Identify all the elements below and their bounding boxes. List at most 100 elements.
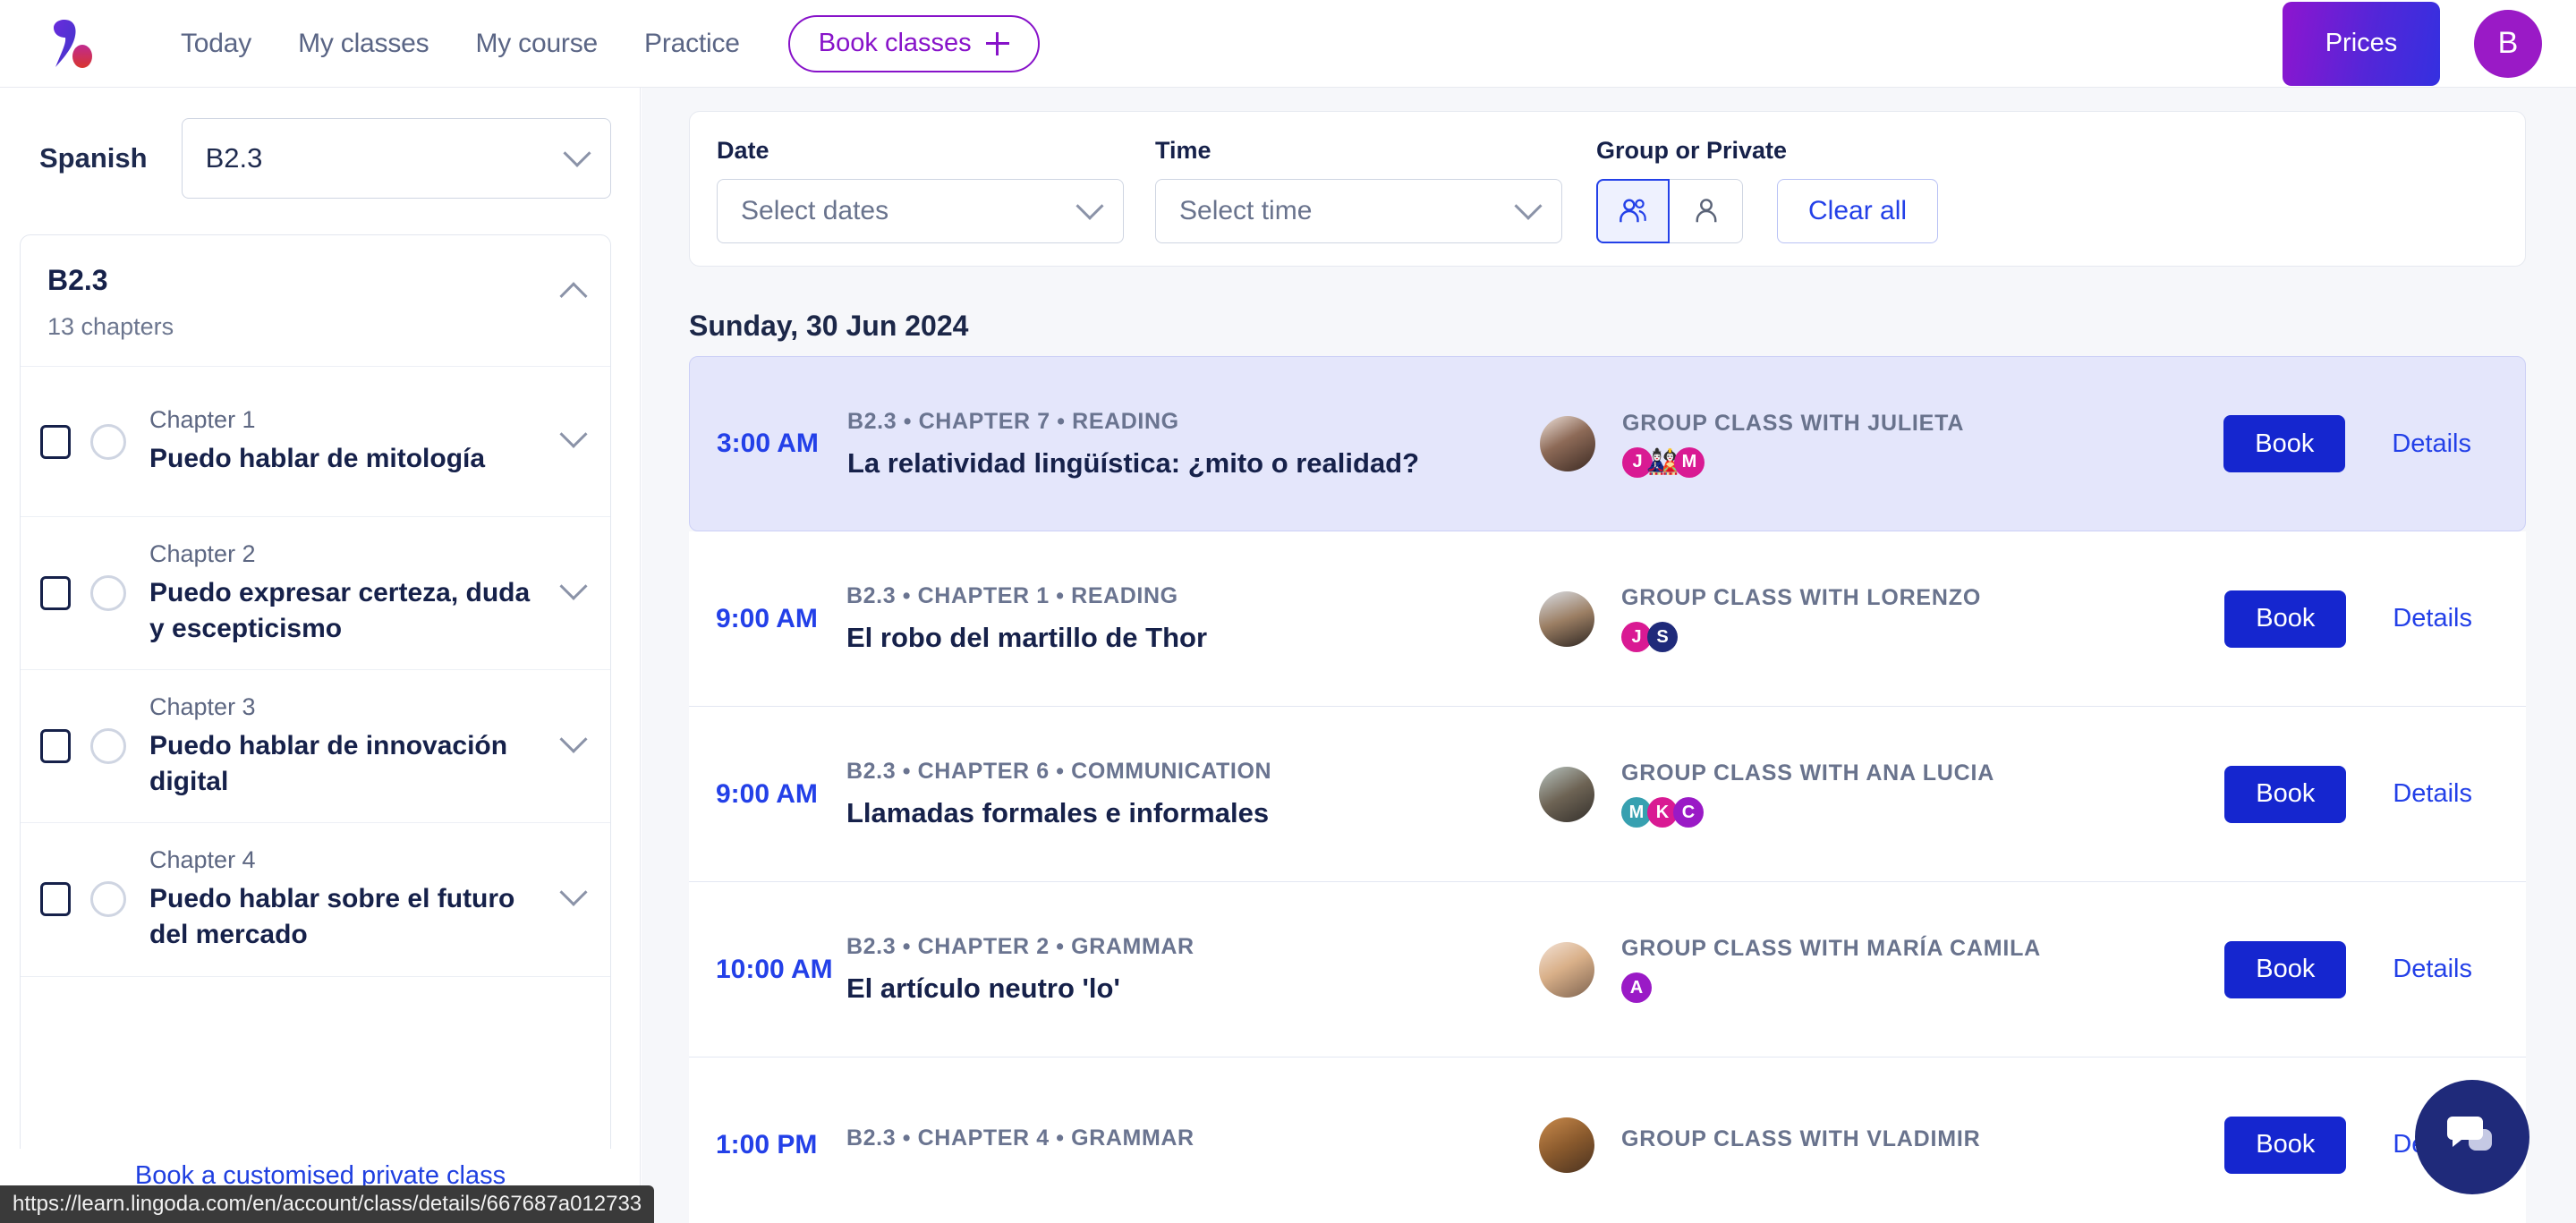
course-header[interactable]: B2.3 13 chapters [21,235,610,367]
teacher-block: GROUP CLASS WITH JULIETA J 🎎 M [1540,411,2223,478]
class-title: Llamadas formales e informales [846,797,1509,829]
status-url: https://learn.lingoda.com/en/account/cla… [13,1192,642,1217]
chapter-checkbox[interactable] [40,576,71,610]
student-avatars: A [1621,972,2041,1003]
class-actions: Book Details [2224,590,2472,648]
class-time: 1:00 PM [716,1130,846,1160]
class-row[interactable]: 1:00 PM B2.3 • CHAPTER 4 • GRAMMAR GROUP… [689,1057,2526,1223]
class-row[interactable]: 9:00 AM B2.3 • CHAPTER 1 • READING El ro… [689,531,2526,707]
class-title: La relatividad lingüística: ¿mito o real… [847,447,1509,480]
class-row[interactable]: 3:00 AM B2.3 • CHAPTER 7 • READING La re… [689,356,2526,531]
course-collapse-toggle[interactable] [564,284,583,308]
teacher-photo [1539,591,1594,647]
details-link[interactable]: Details [2393,604,2472,633]
class-actions: Book Details [2224,941,2472,998]
class-time: 10:00 AM [716,955,846,985]
chapter-item-3[interactable]: Chapter 3 Puedo hablar de innovación dig… [21,670,610,823]
filter-time-label: Time [1155,137,1562,165]
chapter-title: Puedo hablar sobre el futuro del mercado [149,881,549,952]
private-class-toggle[interactable] [1670,179,1743,243]
level-select-value: B2.3 [206,142,263,174]
day-heading: Sunday, 30 Jun 2024 [689,310,968,343]
details-link[interactable]: Details [2392,429,2471,459]
student-avatars: J S [1621,622,1981,652]
chapter-expand-toggle[interactable] [564,429,583,454]
book-button[interactable]: Book [2224,766,2346,823]
nav-item-practice[interactable]: Practice [621,29,763,59]
teacher-name: GROUP CLASS WITH MARÍA CAMILA [1621,936,2041,962]
class-meta: B2.3 • CHAPTER 7 • READING [847,409,1509,435]
chapter-checkbox[interactable] [40,882,71,916]
chapter-text: Chapter 2 Puedo expresar certeza, duda y… [149,540,549,646]
nav-item-my-classes[interactable]: My classes [275,29,452,59]
chevron-down-icon [1514,192,1542,220]
filter-date: Date Select dates [717,137,1124,243]
student-avatar: A [1621,972,1652,1003]
teacher-name: GROUP CLASS WITH ANA LUCIA [1621,760,1994,786]
teacher-block: GROUP CLASS WITH MARÍA CAMILA A [1539,936,2224,1003]
user-avatar[interactable]: B [2474,10,2542,78]
class-row[interactable]: 10:00 AM B2.3 • CHAPTER 2 • GRAMMAR El a… [689,882,2526,1057]
chapter-item-1[interactable]: Chapter 1 Puedo hablar de mitología [21,367,610,517]
filter-date-label: Date [717,137,1124,165]
chapter-checkbox[interactable] [40,729,71,763]
chapter-expand-toggle[interactable] [564,582,583,606]
details-link[interactable]: Details [2393,955,2472,984]
chat-widget-button[interactable] [2415,1080,2529,1194]
teacher-text: GROUP CLASS WITH LORENZO J S [1621,585,1981,652]
class-info: B2.3 • CHAPTER 1 • READING El robo del m… [846,583,1509,654]
book-classes-button[interactable]: Book classes [788,15,1040,72]
book-button[interactable]: Book [2224,941,2346,998]
chapter-progress-circle [90,424,126,460]
group-class-toggle[interactable] [1596,179,1670,243]
date-select[interactable]: Select dates [717,179,1124,243]
chevron-up-icon [559,282,587,310]
top-navigation-bar: Today My classes My course Practice Book… [0,0,2576,88]
chevron-down-icon [563,140,591,167]
chapter-progress-circle [90,575,126,611]
class-list: 3:00 AM B2.3 • CHAPTER 7 • READING La re… [689,356,2526,1223]
nav-item-today[interactable]: Today [157,29,275,59]
clear-all-button[interactable]: Clear all [1777,179,1938,243]
teacher-block: GROUP CLASS WITH ANA LUCIA M K C [1539,760,2224,828]
group-people-icon [1618,198,1648,225]
student-avatar: S [1647,622,1678,652]
book-button[interactable]: Book [2224,1117,2346,1174]
browser-status-bar: https://learn.lingoda.com/en/account/cla… [0,1185,654,1223]
prices-button[interactable]: Prices [2283,2,2440,86]
logo-container[interactable] [27,18,116,70]
chevron-down-icon [559,420,587,448]
teacher-photo [1539,767,1594,822]
class-booking-main: Date Select dates Time Select time Group… [642,88,2576,1223]
chevron-down-icon [559,572,587,599]
class-meta: B2.3 • CHAPTER 4 • GRAMMAR [846,1125,1509,1151]
course-title: B2.3 [47,264,174,297]
time-select[interactable]: Select time [1155,179,1562,243]
book-button[interactable]: Book [2223,415,2345,472]
class-time: 9:00 AM [716,779,846,810]
chapter-expand-toggle[interactable] [564,888,583,912]
chevron-down-icon [1075,192,1103,220]
teacher-name: GROUP CLASS WITH LORENZO [1621,585,1981,611]
chapter-expand-toggle[interactable] [564,735,583,759]
student-avatar: M [1674,447,1705,478]
class-meta: B2.3 • CHAPTER 6 • COMMUNICATION [846,759,1509,785]
teacher-name: GROUP CLASS WITH VLADIMIR [1621,1126,1980,1152]
chapter-progress-circle [90,881,126,917]
details-link[interactable]: Details [2393,779,2472,809]
teacher-text: GROUP CLASS WITH ANA LUCIA M K C [1621,760,1994,828]
nav-item-my-course[interactable]: My course [452,29,621,59]
chapter-item-4[interactable]: Chapter 4 Puedo hablar sobre el futuro d… [21,823,610,976]
lingoda-logo[interactable] [48,18,95,70]
class-row[interactable]: 9:00 AM B2.3 • CHAPTER 6 • COMMUNICATION… [689,707,2526,882]
plus-icon [986,32,1009,55]
student-avatars: J 🎎 M [1622,447,1964,478]
chapter-item-2[interactable]: Chapter 2 Puedo expresar certeza, duda y… [21,517,610,670]
teacher-block: GROUP CLASS WITH LORENZO J S [1539,585,2224,652]
chapter-number: Chapter 2 [149,540,256,567]
book-button[interactable]: Book [2224,590,2346,648]
chapter-checkbox[interactable] [40,425,71,459]
level-select[interactable]: B2.3 [182,118,611,199]
class-actions: Book Details [2223,415,2471,472]
language-level-row: Spanish B2.3 [0,88,640,199]
